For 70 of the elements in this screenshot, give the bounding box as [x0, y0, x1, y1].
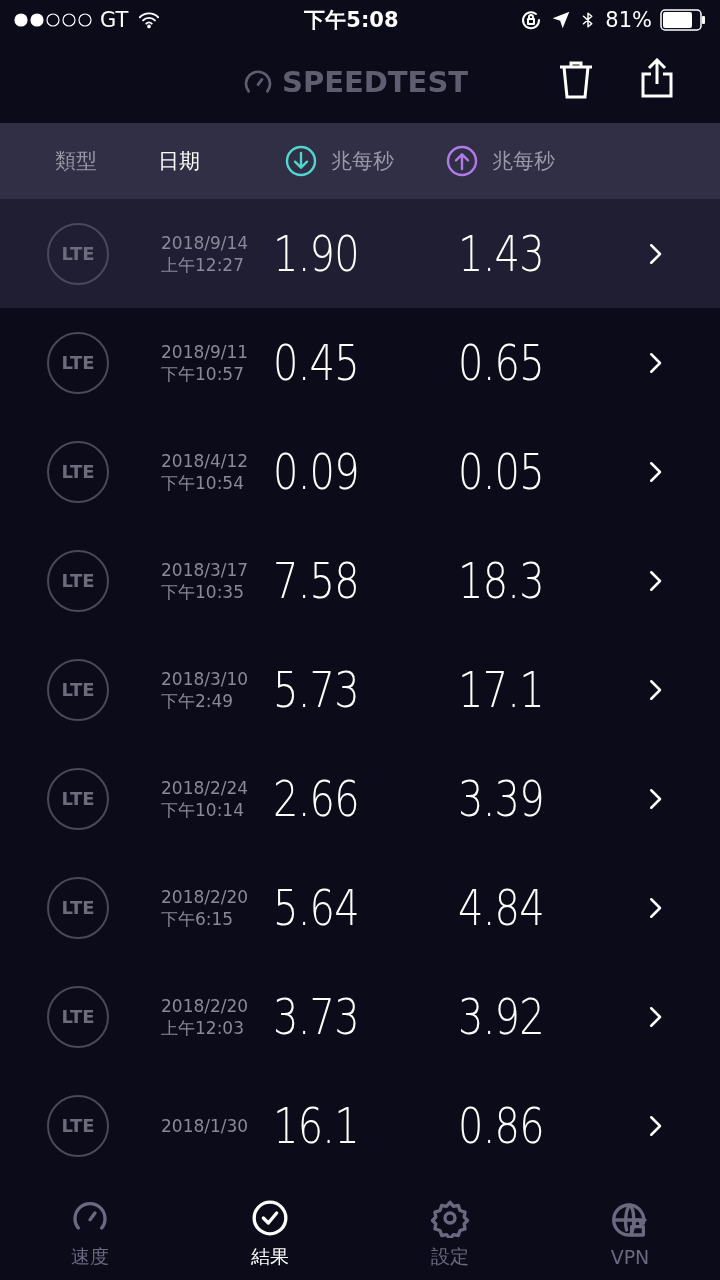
test-time: 下午10:54 — [161, 471, 245, 494]
download-speed: 0.09 — [273, 442, 360, 501]
download-speed: 5.73 — [273, 660, 360, 719]
test-time: 上午12:27 — [161, 253, 245, 276]
column-header[interactable]: 兆每秒 — [446, 145, 555, 177]
column-header[interactable]: 類型 — [55, 147, 97, 175]
result-row[interactable]: LTE 2018/3/10 下午2:49 5.73 17.1 — [0, 635, 720, 744]
test-date: 2018/9/14 — [161, 231, 250, 254]
test-time: 下午10:14 — [161, 798, 245, 821]
test-date: 2018/2/20 — [161, 885, 250, 908]
test-time: 下午10:35 — [161, 580, 245, 603]
tab-bar-item[interactable]: 結果 — [180, 1187, 360, 1280]
result-row[interactable]: LTE 2018/2/20 下午6:15 5.64 4.84 — [0, 853, 720, 962]
download-speed: 1.90 — [273, 224, 360, 283]
tab-bar-item[interactable]: 速度 — [0, 1187, 180, 1280]
result-row[interactable]: LTE 2018/2/24 下午10:14 2.66 3.39 — [0, 744, 720, 853]
upload-speed: 3.92 — [458, 987, 545, 1046]
column-header[interactable]: 日期 — [158, 147, 200, 175]
network-type-badge: LTE — [47, 767, 109, 830]
test-date: 2018/4/12 — [161, 449, 250, 472]
network-type-badge: LTE — [47, 549, 109, 612]
network-type-badge: LTE — [47, 331, 109, 394]
network-type-badge: LTE — [47, 985, 109, 1048]
share-icon[interactable] — [641, 58, 673, 98]
test-date: 2018/2/20 — [161, 994, 250, 1017]
test-date: 2018/9/11 — [161, 340, 250, 363]
trash-icon[interactable] — [558, 60, 594, 100]
result-row[interactable]: LTE 2018/9/14 上午12:27 1.90 1.43 — [0, 199, 720, 308]
upload-speed: 17.1 — [458, 660, 545, 719]
download-speed: 7.58 — [273, 551, 360, 610]
column-header[interactable]: 兆每秒 — [285, 145, 394, 177]
carrier-name: GT — [100, 8, 129, 32]
test-time: 下午6:15 — [161, 907, 235, 930]
upload-speed: 18.3 — [458, 551, 545, 610]
download-speed: 16.1 — [273, 1096, 360, 1155]
app-logo: SPEEDTEST — [282, 64, 469, 99]
test-date: 2018/2/24 — [161, 776, 250, 799]
test-time: 下午10:57 — [161, 362, 245, 385]
network-type-badge: LTE — [47, 876, 109, 939]
result-row[interactable]: LTE 2018/2/20 上午12:03 3.73 3.92 — [0, 962, 720, 1071]
result-row[interactable]: LTE 2018/9/11 下午10:57 0.45 0.65 — [0, 308, 720, 417]
signal-icon — [14, 13, 92, 27]
upload-speed: 1.43 — [458, 224, 545, 283]
upload-speed: 4.84 — [458, 878, 545, 937]
upload-speed: 0.05 — [458, 442, 545, 501]
test-date: 2018/3/10 — [161, 667, 250, 690]
result-row[interactable]: LTE 2018/1/30 16.1 0.86 — [0, 1071, 720, 1180]
download-speed: 0.45 — [273, 333, 360, 392]
result-row[interactable]: LTE 2018/4/12 下午10:54 0.09 0.05 — [0, 417, 720, 526]
battery-icon — [660, 9, 706, 31]
upload-speed: 0.65 — [458, 333, 545, 392]
upload-speed: 3.39 — [458, 769, 545, 828]
network-type-badge: LTE — [47, 658, 109, 721]
test-date: 2018/1/30 — [161, 1114, 250, 1137]
upload-speed: 0.86 — [458, 1096, 545, 1155]
download-speed: 3.73 — [273, 987, 360, 1046]
test-time: 下午2:49 — [161, 689, 235, 712]
network-type-badge: LTE — [47, 1094, 109, 1157]
location-arrow-icon — [551, 10, 572, 30]
network-type-badge: LTE — [47, 440, 109, 503]
battery-percent: 81% — [605, 8, 652, 32]
download-speed: 5.64 — [273, 878, 360, 937]
network-type-badge: LTE — [47, 222, 109, 285]
test-date: 2018/3/17 — [161, 558, 250, 581]
download-speed: 2.66 — [273, 769, 360, 828]
result-row[interactable]: LTE 2018/3/17 下午10:35 7.58 18.3 — [0, 526, 720, 635]
test-time: 上午12:03 — [161, 1016, 245, 1039]
tab-bar-item[interactable]: VPN — [540, 1187, 720, 1280]
tab-bar-item[interactable]: 設定 — [360, 1187, 540, 1280]
clock-time: 下午5:08 — [304, 7, 399, 34]
